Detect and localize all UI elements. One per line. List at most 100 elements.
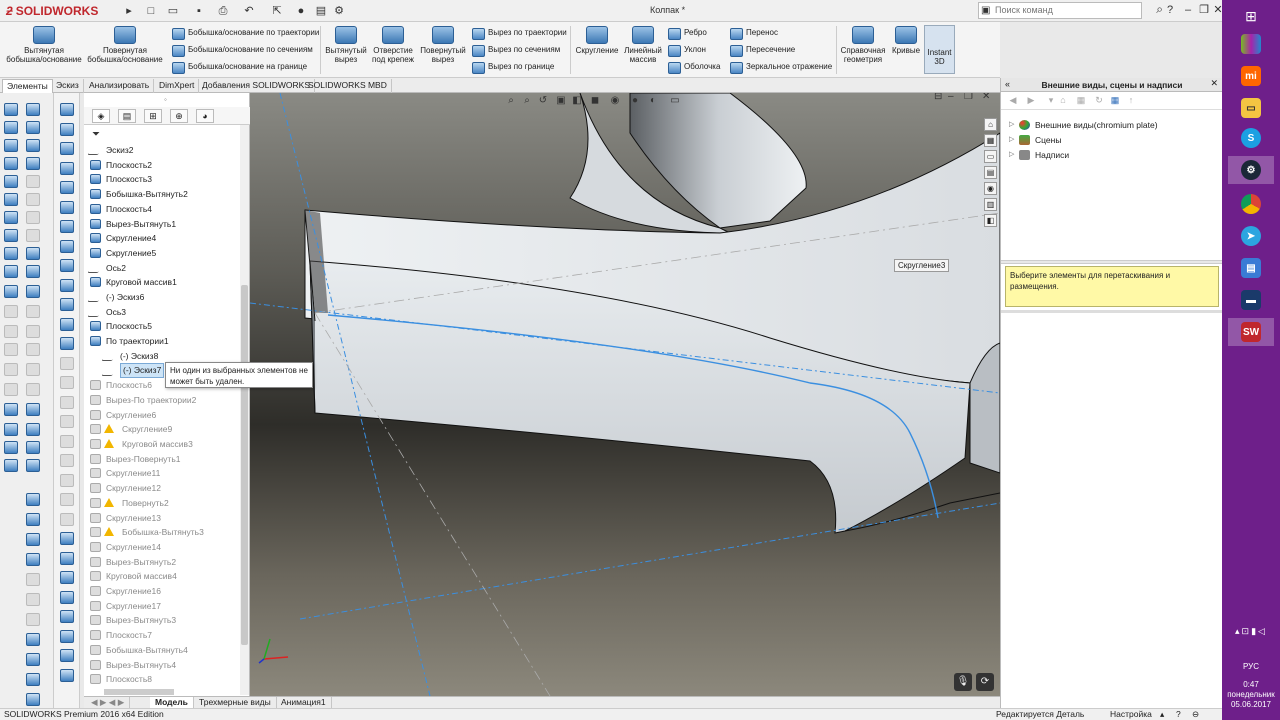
xiaomi-icon[interactable]: mi [1228,62,1274,90]
palette-tool-icon[interactable] [4,459,18,472]
view-settings-icon[interactable]: ▭ [669,95,681,107]
palette-tool-icon[interactable] [60,668,74,682]
select-cursor-icon[interactable]: ⇱ [268,3,286,19]
skype-icon[interactable]: S [1228,124,1274,152]
lofted-cut-button[interactable]: Вырез по сечениям [472,43,560,57]
palette-tool-icon[interactable] [4,383,18,396]
add-to-library-icon[interactable]: ▦ [1075,94,1087,106]
palette-tool-icon[interactable] [60,337,74,350]
palette-tool-icon[interactable] [4,285,18,298]
forward-arrow-icon[interactable]: ▶ [1025,94,1037,106]
expand-arrow-icon[interactable]: ▷ [1009,118,1014,132]
solidworks-taskbar-icon[interactable]: SW [1228,318,1274,346]
palette-tool-icon[interactable] [26,247,40,260]
swept-cut-button[interactable]: Вырез по траектории [472,26,567,40]
palette-tool-icon[interactable] [26,103,40,116]
palette-tool-icon[interactable] [26,673,40,686]
save-icon[interactable]: ▪ [190,3,208,19]
print-icon[interactable]: ⎙ [214,3,232,19]
system-tray-icons[interactable]: ▴⊡▮◁ [1226,626,1276,637]
telegram-icon[interactable]: ➤ [1228,222,1274,250]
palette-tool-icon[interactable] [4,229,18,242]
task-pane-back-icon[interactable]: « [1005,79,1010,89]
palette-tool-icon[interactable] [4,363,18,376]
palette-tool-icon[interactable] [26,613,40,626]
zoom-area-icon[interactable]: ⌕ [521,95,533,107]
viewport-minimize-icon[interactable]: – [948,93,954,102]
hole-wizard-button[interactable]: Отверстие под крепеж [370,26,416,64]
boundary-cut-button[interactable]: Вырез по границе [472,60,554,74]
palette-tool-icon[interactable] [60,532,74,545]
curves-button[interactable]: Кривые [890,26,922,55]
revolved-cut-button[interactable]: Повернутый вырез [420,26,466,64]
move-button[interactable]: Перенос [730,26,778,40]
section-view-icon[interactable]: ▣ [555,95,567,107]
palette-tool-icon[interactable] [60,571,74,584]
expand-arrow-icon[interactable]: ▷ [1009,133,1014,147]
palette-tool-icon[interactable] [60,493,74,506]
palette-tool-icon[interactable] [4,423,18,436]
feature-manager-tab-icon[interactable]: ◈ [92,109,110,123]
palette-tool-icon[interactable] [26,285,40,298]
shell-button[interactable]: Оболочка [668,60,720,74]
windows-start-icon[interactable]: ⊞ [1228,2,1274,30]
refresh-icon[interactable]: ↻ [1093,94,1105,106]
intersect-button[interactable]: Пересечение [730,43,795,57]
solidworks-resources-icon[interactable]: ⌂ [984,118,997,131]
palette-tool-icon[interactable] [60,142,74,155]
rebuild-icon[interactable]: ● [292,3,310,19]
up-arrow-icon[interactable]: ↑ [1125,94,1137,106]
palette-tool-icon[interactable] [60,376,74,389]
steam-icon[interactable]: ⚙ [1228,156,1274,184]
fillet-button[interactable]: Скругление [574,26,620,55]
palette-tool-icon[interactable] [4,325,18,338]
palette-tool-icon[interactable] [26,693,40,706]
draft-button[interactable]: Уклон [668,43,706,57]
palette-tool-icon[interactable] [4,157,18,170]
palette-tool-icon[interactable] [4,103,18,116]
palette-tool-icon[interactable] [26,363,40,376]
lofted-boss-button[interactable]: Бобышка/основание по сечениям [172,43,313,57]
graphics-viewport[interactable]: ⌕ ⌕ ↺ ▣ ◧ ◼ ◉ ● ◐ ▭ ⊟ – ❐ ✕ Скругление3 … [250,93,1000,696]
palette-tool-icon[interactable] [26,553,40,566]
palette-tool-icon[interactable] [26,305,40,318]
tree-scrollbar-thumb[interactable] [241,285,248,645]
palette-tool-icon[interactable] [26,423,40,436]
palette-tool-icon[interactable] [26,157,40,170]
design-library-icon[interactable]: ▦ [984,134,997,147]
zoom-to-fit-icon[interactable]: ⌕ [505,95,517,107]
scenes-folder[interactable]: ▷ Сцены [1009,133,1061,147]
palette-tool-icon[interactable] [26,383,40,396]
file-explorer-icon[interactable]: ▭ [1228,94,1274,122]
home-icon[interactable]: ⌂ [1057,94,1069,106]
minimize-icon[interactable]: – [1180,2,1196,18]
collapse-icon[interactable]: ⊖ [1192,709,1199,720]
instant-3d-button[interactable]: Instant 3D [924,25,955,74]
appearances-folder[interactable]: ▷ Внешние виды(chromium plate) [1009,118,1158,132]
task-pane-splitter[interactable] [1001,260,1223,264]
filter-funnel-icon[interactable]: ⏷ [92,129,100,140]
palette-tool-icon[interactable] [60,298,74,311]
view-mode-icon[interactable]: ▾ [1045,94,1057,106]
help-icon[interactable]: ? [1162,2,1178,18]
chrome-icon[interactable] [1228,190,1274,218]
palette-tool-icon[interactable] [60,239,74,253]
appearances-icon[interactable]: ◉ [984,182,997,195]
palette-tool-icon[interactable] [60,610,74,623]
palette-tool-icon[interactable] [60,278,74,292]
tab-addins[interactable]: Добавления SOLIDWORKS [198,79,316,93]
palette-tool-icon[interactable] [4,441,18,454]
tab-features[interactable]: Элементы [2,79,53,93]
tree-horizontal-scrollbar[interactable] [104,689,174,695]
palette-tool-icon[interactable] [60,395,74,409]
palette-tool-icon[interactable] [60,220,74,233]
palette-tool-icon[interactable] [60,415,74,428]
revolved-boss-button[interactable]: Повернутая бобышка/основание [86,26,164,64]
back-arrow-icon[interactable]: ◀ [1007,94,1019,106]
palette-tool-icon[interactable] [4,265,18,278]
palette-tool-icon[interactable] [4,343,18,356]
palette-tool-icon[interactable] [60,259,74,272]
palette-tool-icon[interactable] [4,211,18,224]
palette-tool-icon[interactable] [60,103,74,116]
view-palette-icon[interactable]: ▤ [984,166,997,179]
